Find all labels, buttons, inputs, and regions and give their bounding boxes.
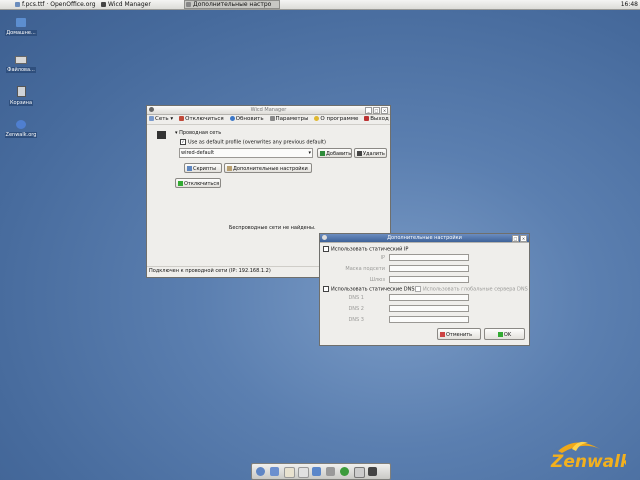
maximize-icon[interactable]: □ bbox=[512, 235, 519, 242]
global-dns-checkbox[interactable]: Использовать глобальные сервера DNS bbox=[415, 286, 528, 293]
checkbox-unchecked-icon bbox=[415, 286, 421, 292]
add-profile-button[interactable]: Добавить bbox=[317, 148, 352, 158]
media-icon[interactable] bbox=[326, 467, 335, 476]
scripts-button[interactable]: Скрипты bbox=[184, 163, 222, 173]
add-icon bbox=[320, 151, 325, 156]
static-ip-checkbox[interactable]: Использовать статический IP bbox=[323, 246, 408, 253]
dialog-title: Дополнительные настройки bbox=[387, 235, 462, 241]
chevron-down-icon: ▾ bbox=[308, 150, 311, 156]
wired-network-icon bbox=[157, 131, 166, 139]
dns1-label: DNS 1 bbox=[348, 295, 364, 301]
zenwalk-logo-graphic: Zenwalk bbox=[550, 441, 633, 472]
about-icon bbox=[314, 116, 320, 121]
minimize-icon[interactable]: _ bbox=[365, 107, 372, 114]
home-icon[interactable] bbox=[270, 467, 279, 476]
scripts-icon bbox=[187, 166, 192, 171]
advanced-settings-dialog: Дополнительные настройки □ × Использовать… bbox=[319, 233, 530, 346]
desktop-icon-filesystem[interactable]: Файлова... bbox=[3, 53, 39, 73]
dns3-field[interactable] bbox=[389, 316, 469, 323]
advanced-settings-button[interactable]: Дополнительные настройки bbox=[224, 163, 312, 173]
gateway-label: Шлюз bbox=[369, 277, 385, 283]
document-icon[interactable] bbox=[298, 467, 309, 478]
home-folder-icon bbox=[16, 18, 26, 27]
about-button[interactable]: О программе bbox=[314, 115, 358, 124]
link-icon bbox=[16, 120, 26, 129]
network-status-icon[interactable] bbox=[340, 467, 349, 476]
dns2-field[interactable] bbox=[389, 305, 469, 312]
taskbar: f.pcs.ttf · OpenOffice.org Wicd Manager … bbox=[0, 0, 640, 10]
terminal-icon[interactable] bbox=[354, 467, 365, 478]
window-menu-icon[interactable] bbox=[149, 107, 154, 112]
window-title: Wicd Manager bbox=[250, 107, 287, 113]
close-icon[interactable]: × bbox=[381, 107, 388, 114]
ip-label: IP bbox=[380, 255, 386, 261]
desktop-icon-trash[interactable]: Корзина bbox=[3, 86, 39, 106]
advanced-titlebar[interactable]: Дополнительные настройки □ × bbox=[320, 234, 529, 243]
checkbox-unchecked-icon bbox=[323, 286, 329, 292]
disconnect-icon bbox=[178, 181, 183, 186]
wired-expander[interactable]: ▾ Проводная сеть bbox=[175, 130, 221, 136]
window-menu-icon[interactable] bbox=[322, 235, 327, 240]
dns1-field[interactable] bbox=[389, 294, 469, 301]
task-wicd-manager[interactable]: Wicd Manager bbox=[100, 1, 188, 8]
profile-combo[interactable]: wired-default ▾ bbox=[179, 148, 313, 158]
gateway-field[interactable] bbox=[389, 276, 469, 283]
settings-icon bbox=[186, 2, 191, 7]
checkbox-checked-icon: ✓ bbox=[180, 139, 186, 145]
ip-field[interactable] bbox=[389, 254, 469, 261]
svg-text:Zenwalk: Zenwalk bbox=[550, 452, 626, 471]
drive-icon bbox=[15, 56, 27, 64]
network-menu-button[interactable]: Сеть ▾ bbox=[149, 115, 173, 124]
delete-icon bbox=[357, 151, 362, 156]
desktop-icon-zenwalk[interactable]: Zenwalk.org bbox=[3, 120, 39, 138]
dns3-label: DNS 3 bbox=[348, 317, 364, 323]
task-openoffice[interactable]: f.pcs.ttf · OpenOffice.org bbox=[14, 1, 98, 8]
checkbox-unchecked-icon bbox=[323, 246, 329, 252]
disconnect-button[interactable]: Отключиться bbox=[175, 178, 221, 188]
document-icon bbox=[15, 2, 20, 7]
maximize-icon[interactable]: □ bbox=[373, 107, 380, 114]
cancel-button[interactable]: Отменить bbox=[437, 328, 481, 340]
quit-button[interactable]: Выход bbox=[364, 115, 389, 124]
cancel-icon bbox=[440, 332, 445, 337]
desktop-icon-home[interactable]: Домашне... bbox=[3, 18, 39, 36]
netmask-label: Маска подсети bbox=[345, 266, 385, 272]
quit-icon bbox=[364, 116, 370, 121]
launcher-dock bbox=[251, 463, 391, 480]
ok-icon bbox=[497, 332, 503, 337]
default-profile-checkbox[interactable]: ✓ Use as default profile (overwrites any … bbox=[180, 139, 326, 146]
refresh-icon bbox=[229, 116, 235, 121]
delete-profile-button[interactable]: Удалить bbox=[354, 148, 387, 158]
dns2-label: DNS 2 bbox=[348, 306, 364, 312]
wicd-titlebar[interactable]: Wicd Manager _ □ × bbox=[147, 106, 390, 115]
preferences-icon bbox=[269, 116, 275, 121]
task-advanced-settings[interactable]: Дополнительные настро bbox=[184, 0, 280, 9]
disconnect-toolbar-button[interactable]: Отключиться bbox=[179, 115, 224, 124]
preferences-button[interactable]: Параметры bbox=[269, 115, 308, 124]
globe-icon[interactable] bbox=[256, 467, 265, 476]
refresh-button[interactable]: Обновить bbox=[229, 115, 264, 124]
network-icon bbox=[101, 2, 106, 7]
disconnect-icon bbox=[179, 116, 185, 121]
ok-button[interactable]: OK bbox=[484, 328, 525, 340]
settings-icon[interactable] bbox=[368, 467, 377, 476]
edit-icon bbox=[227, 166, 232, 171]
folder-icon[interactable] bbox=[312, 467, 321, 476]
clock[interactable]: 16:48 bbox=[621, 1, 638, 8]
netmask-field[interactable] bbox=[389, 265, 469, 272]
network-icon bbox=[149, 116, 154, 121]
no-wireless-message: Беспроводные сети не найдены. bbox=[229, 225, 316, 231]
zenwalk-logo: Zenwalk bbox=[548, 437, 633, 472]
close-icon[interactable]: × bbox=[520, 235, 527, 242]
trash-icon bbox=[16, 86, 26, 97]
wicd-toolbar: Сеть ▾ Отключиться Обновить Параметры О … bbox=[147, 115, 390, 125]
mail-icon[interactable] bbox=[284, 467, 295, 478]
static-dns-checkbox[interactable]: Использовать статические DNS bbox=[323, 286, 415, 293]
